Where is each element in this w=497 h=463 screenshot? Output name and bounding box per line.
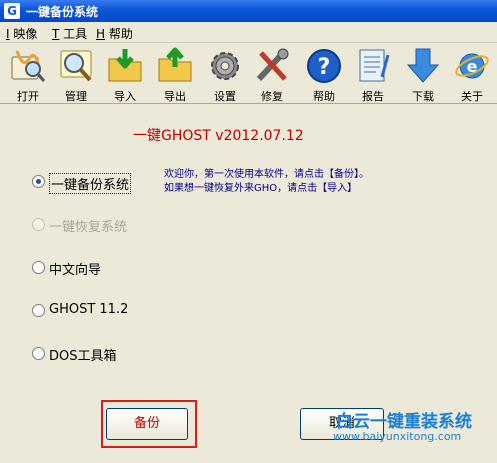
radio-chinese-wizard[interactable]	[32, 261, 45, 274]
help-icon: ?	[307, 49, 341, 83]
version-text: 一键GHOST v2012.07.12	[133, 128, 304, 144]
radio-restore-system	[32, 218, 45, 231]
menu-bar: I 映像 T 工具 H 帮助	[0, 22, 497, 43]
backup-button[interactable]: 备份	[106, 408, 188, 440]
toolbar-manage-button[interactable]: 管理	[54, 47, 98, 103]
toolbar-help-button[interactable]: ? 帮助	[302, 47, 346, 103]
window-title: 一键备份系统	[26, 5, 99, 19]
main-panel: 一键GHOST v2012.07.12 一键备份系统 欢迎你，第一次使用本软件，…	[0, 104, 497, 463]
toolbar: 打开 管理 导入 导出 设置 修复 ? 帮助 报告 下载 e 关于	[0, 43, 497, 104]
open-icon	[11, 50, 46, 82]
toolbar-report-button[interactable]: 报告	[351, 47, 395, 103]
welcome-text: 欢迎你，第一次使用本软件，请点击【备份】。 如果想一键恢复外来GHO，请点击【导…	[164, 169, 369, 194]
app-window: G 一键备份系统 I 映像 T 工具 H 帮助 打开 管理 导入 导出 设置 修…	[0, 0, 497, 463]
toolbar-repair-button[interactable]: 修复	[250, 47, 294, 103]
download-icon	[406, 48, 440, 83]
svg-text:?: ?	[318, 55, 331, 80]
watermark-url: www.baiyunxitong.com	[333, 430, 462, 443]
toolbar-about-button[interactable]: e 关于	[450, 47, 494, 103]
toolbar-export-button[interactable]: 导出	[153, 47, 197, 103]
repair-icon	[256, 48, 289, 82]
toolbar-import-button[interactable]: 导入	[103, 47, 147, 103]
menu-help[interactable]: H 帮助	[96, 25, 133, 42]
title-bar[interactable]: G 一键备份系统	[0, 0, 497, 22]
export-icon	[158, 47, 192, 82]
about-icon: e	[455, 53, 489, 79]
import-icon	[108, 49, 142, 82]
radio-ghost[interactable]	[32, 304, 45, 317]
toolbar-download-button[interactable]: 下载	[401, 47, 445, 103]
radio-dos-toolbox[interactable]	[32, 347, 45, 360]
app-icon: G	[4, 3, 20, 19]
menu-image[interactable]: I 映像	[6, 25, 37, 42]
manage-icon	[60, 50, 92, 82]
watermark-title: 白云一键重装系统	[336, 412, 472, 432]
toolbar-open-button[interactable]: 打开	[6, 47, 50, 103]
radio-backup-system[interactable]	[32, 175, 45, 188]
toolbar-settings-button[interactable]: 设置	[203, 47, 247, 103]
settings-icon	[211, 52, 239, 80]
menu-tools[interactable]: T 工具	[52, 25, 87, 42]
report-icon	[359, 49, 390, 82]
